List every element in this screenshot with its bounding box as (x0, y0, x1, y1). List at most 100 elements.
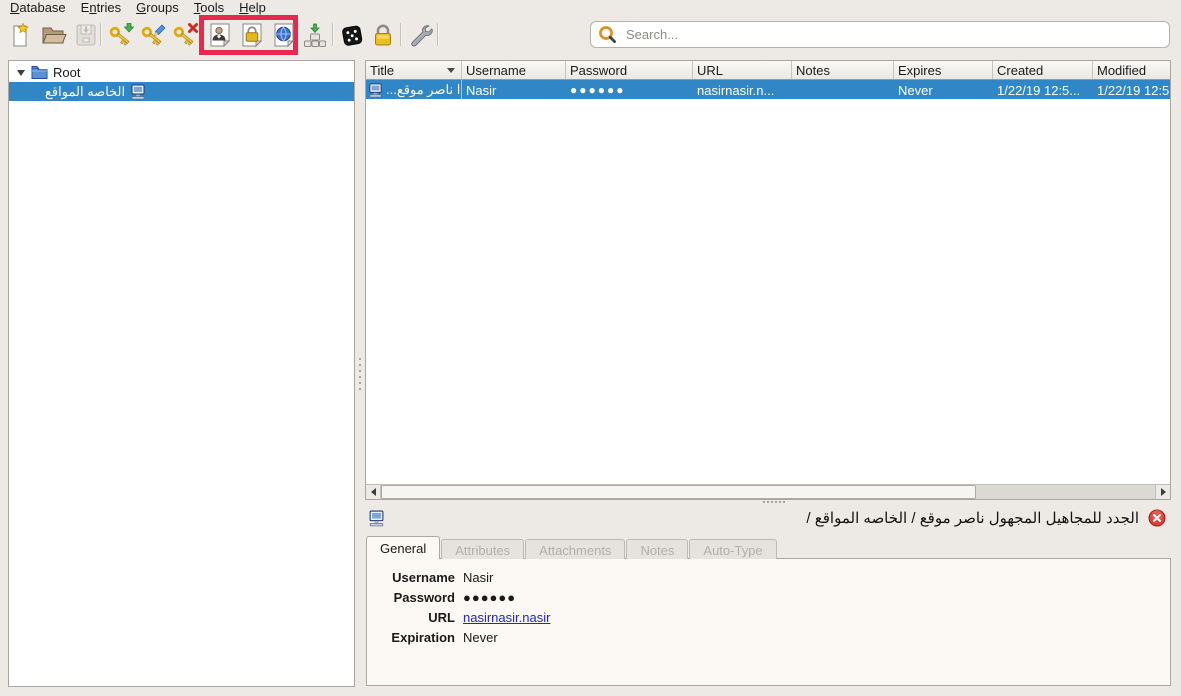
copy-password-button[interactable] (237, 19, 267, 50)
copy-username-icon (207, 22, 233, 48)
tab-autotype: Auto-Type (689, 539, 777, 559)
arrow-right-icon (1160, 488, 1166, 496)
copy-password-icon (239, 22, 265, 48)
cell-title-text: ...موقع‎ ناصر‎ ا (386, 82, 461, 97)
search-icon (597, 24, 618, 45)
password-generator-button[interactable] (337, 19, 367, 50)
open-database-button[interactable] (39, 19, 69, 50)
open-url-button[interactable] (269, 19, 299, 50)
computer-icon (368, 82, 383, 98)
cell-expires: Never (898, 82, 933, 98)
header-password[interactable]: Password (566, 61, 693, 79)
new-database-button[interactable] (7, 19, 37, 50)
cell-username: Nasir (466, 82, 497, 98)
tree-item-root[interactable]: Root (9, 63, 354, 82)
header-expires[interactable]: Expires (894, 61, 993, 79)
horizontal-scrollbar[interactable] (366, 484, 1170, 499)
group-tree-panel: Root المواقع‎ الخاصه (8, 60, 355, 687)
menu-bar: Database Entries Groups Tools Help (0, 0, 1181, 16)
lock-database-button[interactable] (368, 19, 398, 50)
entry-row-selected[interactable]: ...موقع‎ ناصر‎ ا Nasir ●●●●●● nasirnasir… (366, 80, 1170, 99)
table-header-row: Title Username Password URL Notes Expire… (366, 61, 1170, 80)
menu-tools[interactable]: Tools (188, 0, 233, 16)
save-database-button[interactable] (71, 19, 101, 50)
entry-detail-header: / المواقع‎ الخاصه‎ / موقع‎ ناصر‎ المجهول… (365, 505, 1171, 531)
scroll-left-button[interactable] (366, 485, 381, 499)
toolbar-separator (332, 23, 334, 46)
field-row-username: Username Nasir (367, 570, 1170, 585)
arrow-left-icon (370, 488, 376, 496)
expander-arrow-icon[interactable] (17, 69, 25, 76)
computer-icon (130, 84, 146, 100)
field-value-url-link[interactable]: nasirnasir.nasir (463, 610, 550, 625)
field-label: Expiration (391, 630, 455, 645)
delete-entry-button[interactable] (170, 19, 200, 50)
open-folder-icon (41, 22, 67, 48)
field-label: URL (428, 610, 455, 625)
panel-splitter-horizontal[interactable] (762, 501, 786, 503)
detail-general-panel: Username Nasir Password ●●●●●● URL nasir… (366, 558, 1171, 686)
tab-notes: Notes (626, 539, 689, 559)
toolbar (0, 15, 1181, 56)
sort-descending-icon (447, 68, 455, 73)
padlock-icon (370, 22, 396, 48)
tab-general[interactable]: General (366, 536, 441, 559)
key-delete-icon (172, 22, 198, 48)
folder-icon (31, 65, 48, 80)
toolbar-separator (400, 23, 402, 46)
computer-icon (368, 510, 385, 527)
tree-root-label: Root (53, 65, 81, 80)
entry-breadcrumb: / المواقع‎ الخاصه‎ / موقع‎ ناصر‎ المجهول… (806, 510, 1139, 527)
header-created[interactable]: Created (993, 61, 1093, 79)
toolbar-separator (437, 23, 439, 46)
wrench-icon (407, 22, 433, 48)
field-row-password: Password ●●●●●● (367, 590, 1170, 605)
menu-database[interactable]: Database (4, 0, 75, 16)
cell-title: ...موقع‎ ناصر‎ ا (366, 80, 462, 99)
dice-icon (339, 22, 365, 48)
cell-created: 1/22/19 12:5... (997, 82, 1081, 98)
toolbar-separator (100, 23, 102, 46)
search-box (590, 21, 1170, 48)
tree-child-label: المواقع‎ الخاصه (45, 83, 126, 99)
menu-entries[interactable]: Entries (75, 0, 130, 16)
open-url-icon (271, 22, 297, 48)
tab-attachments: Attachments (525, 539, 626, 559)
save-icon (73, 22, 99, 48)
menu-help[interactable]: Help (233, 0, 275, 16)
add-entry-button[interactable] (106, 19, 136, 50)
tree-item-private-sites[interactable]: المواقع‎ الخاصه (9, 82, 354, 101)
header-url[interactable]: URL (693, 61, 792, 79)
search-input[interactable] (624, 26, 1163, 43)
field-value-username: Nasir (463, 570, 494, 585)
edit-entry-button[interactable] (138, 19, 168, 50)
key-add-icon (108, 22, 134, 48)
field-row-expiration: Expiration Never (367, 630, 1170, 645)
close-detail-button[interactable] (1148, 509, 1166, 527)
scroll-right-button[interactable] (1155, 485, 1170, 499)
header-username[interactable]: Username (462, 61, 566, 79)
key-edit-icon (140, 22, 166, 48)
menu-groups[interactable]: Groups (130, 0, 188, 16)
field-value-password: ●●●●●● (463, 590, 517, 605)
cell-modified: 1/22/19 12:5 (1097, 82, 1170, 98)
panel-splitter-vertical[interactable] (355, 60, 365, 687)
field-row-url: URL nasirnasir.nasir (367, 610, 1170, 625)
header-modified[interactable]: Modified (1093, 61, 1170, 79)
settings-button[interactable] (405, 19, 435, 50)
cell-url: nasirnasir.n... (697, 82, 775, 98)
header-notes[interactable]: Notes (792, 61, 894, 79)
perform-autotype-button[interactable] (300, 19, 330, 50)
field-label: Username (392, 570, 455, 585)
tab-attributes: Attributes (441, 539, 525, 559)
cell-notes (792, 80, 894, 99)
header-title[interactable]: Title (366, 61, 462, 79)
cell-password: ●●●●●● (570, 83, 626, 97)
entry-table-panel: Title Username Password URL Notes Expire… (365, 60, 1171, 500)
autotype-keyboard-icon (302, 22, 328, 48)
copy-username-button[interactable] (205, 19, 235, 50)
detail-tabs: General Attributes Attachments Notes Aut… (366, 536, 778, 559)
field-label: Password (393, 590, 455, 605)
scrollbar-thumb[interactable] (381, 485, 976, 499)
field-value-expiration: Never (463, 630, 498, 645)
